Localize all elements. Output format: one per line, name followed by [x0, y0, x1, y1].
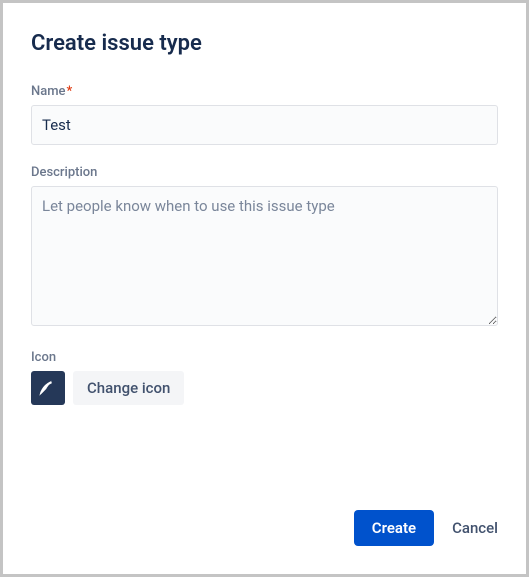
name-label-text: Name	[31, 84, 66, 99]
required-asterisk: *	[67, 84, 73, 99]
create-button[interactable]: Create	[354, 510, 434, 546]
dialog-footer: Create Cancel	[354, 510, 498, 546]
create-issue-type-dialog: Create issue type Name* Description Icon…	[3, 3, 526, 574]
name-label: Name*	[31, 84, 498, 99]
name-input[interactable]	[31, 105, 498, 145]
description-textarea[interactable]	[31, 186, 498, 326]
description-field-group: Description	[31, 165, 498, 330]
icon-label: Icon	[31, 350, 498, 365]
description-label: Description	[31, 165, 498, 180]
icon-row: Change icon	[31, 371, 498, 405]
icon-preview	[31, 371, 65, 405]
feather-icon	[37, 377, 59, 399]
cancel-button[interactable]: Cancel	[452, 519, 498, 537]
dialog-title: Create issue type	[31, 31, 498, 56]
icon-field-group: Icon Change icon	[31, 350, 498, 405]
change-icon-button[interactable]: Change icon	[73, 371, 184, 405]
name-field-group: Name*	[31, 84, 498, 145]
